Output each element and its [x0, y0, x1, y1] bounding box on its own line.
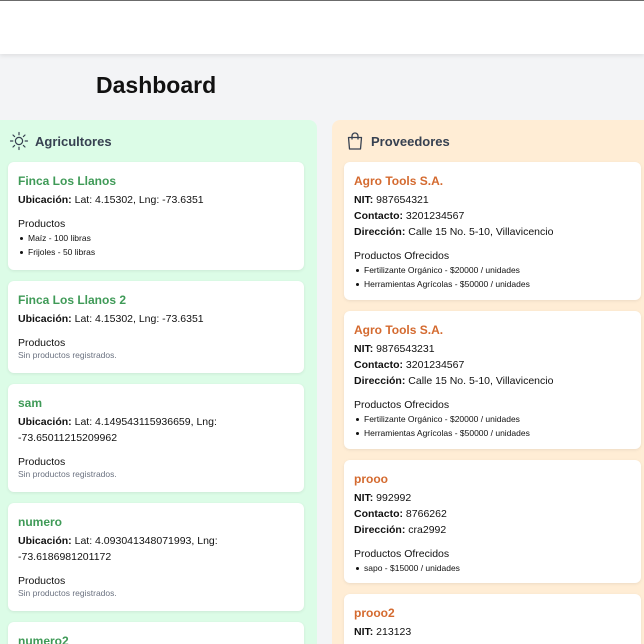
- offered-products-heading: Productos Ofrecidos: [354, 399, 450, 411]
- supplier-card[interactable]: Agro Tools S.A. NIT: 987654321 Contacto:…: [344, 162, 641, 300]
- farmer-name[interactable]: numero: [18, 515, 294, 529]
- farmer-card[interactable]: Finca Los Llanos Ubicación: Lat: 4.15302…: [8, 162, 304, 270]
- page-title: Dashboard: [96, 72, 217, 98]
- offered-product-list: sapo - $15000 / unidades: [354, 561, 631, 575]
- farmer-location: Ubicación: Lat: 4.093041348071993, Lng: …: [18, 533, 294, 565]
- location-label: Ubicación:: [18, 194, 72, 206]
- location-value: Lat: 4.15302, Lng: -73.6351: [74, 194, 204, 206]
- supplier-card[interactable]: Agro Tools S.A. NIT: 9876543231 Contacto…: [344, 311, 641, 449]
- offered-product-item: Fertilizante Orgánico - $20000 / unidade…: [354, 263, 631, 277]
- contact-value: 8766262: [405, 508, 447, 520]
- contact-value: 3201234567: [405, 359, 465, 371]
- supplier-address: Dirección: Calle 15 No. 5-10, Villavicen…: [354, 224, 631, 240]
- supplier-contact: Contacto: 3201234567: [354, 357, 631, 373]
- farmers-header: Agricultores: [0, 120, 317, 162]
- farmer-card[interactable]: numero2: [8, 622, 304, 644]
- nit-value: 992992: [376, 492, 412, 504]
- farmer-location: Ubicación: Lat: 4.149543115936659, Lng: …: [18, 414, 294, 446]
- supplier-nit: NIT: 9876543231: [354, 341, 631, 357]
- offered-product-list: Fertilizante Orgánico - $20000 / unidade…: [354, 412, 631, 440]
- suppliers-header: Proveedores: [332, 120, 644, 162]
- nit-label: NIT:: [354, 626, 374, 638]
- location-label: Ubicación:: [18, 313, 72, 325]
- supplier-card[interactable]: prooo NIT: 992992 Contacto: 8766262 Dire…: [344, 460, 641, 583]
- nit-value: 9876543231: [376, 343, 435, 355]
- supplier-contact: Contacto: 8766262: [354, 506, 631, 522]
- address-label: Dirección:: [354, 226, 406, 238]
- offered-product-item: Herramientas Agrícolas - $50000 / unidad…: [354, 277, 631, 291]
- address-value: Calle 15 No. 5-10, Villavicencio: [408, 375, 554, 387]
- farmer-name[interactable]: sam: [18, 396, 294, 410]
- farmer-location: Ubicación: Lat: 4.15302, Lng: -73.6351: [18, 192, 294, 208]
- products-heading: Productos: [18, 337, 66, 349]
- no-products-text: Sin productos registrados.: [18, 350, 117, 360]
- address-value: Calle 15 No. 5-10, Villavicencio: [408, 226, 554, 238]
- products-heading: Productos: [18, 456, 66, 468]
- farmers-panel: Agricultores Finca Los Llanos Ubicación:…: [0, 120, 317, 644]
- suppliers-list: Agro Tools S.A. NIT: 987654321 Contacto:…: [332, 162, 644, 644]
- address-label: Dirección:: [354, 375, 406, 387]
- farmer-card[interactable]: sam Ubicación: Lat: 4.149543115936659, L…: [8, 384, 304, 492]
- products-heading: Productos: [18, 575, 66, 587]
- offered-products-heading: Productos Ofrecidos: [354, 250, 450, 262]
- location-value: Lat: 4.15302, Lng: -73.6351: [74, 313, 204, 325]
- supplier-name[interactable]: Agro Tools S.A.: [354, 174, 631, 188]
- supplier-address: Dirección: cra2992: [354, 522, 631, 538]
- address-label: Dirección:: [354, 524, 406, 536]
- nit-value: 987654321: [376, 194, 429, 206]
- supplier-name[interactable]: prooo2: [354, 606, 631, 620]
- contact-label: Contacto:: [354, 210, 403, 222]
- suppliers-title: Proveedores: [371, 133, 450, 149]
- nit-label: NIT:: [354, 492, 374, 504]
- sun-icon: [9, 131, 29, 151]
- suppliers-panel: Proveedores Agro Tools S.A. NIT: 9876543…: [332, 120, 644, 644]
- farmer-name[interactable]: numero2: [18, 634, 294, 644]
- supplier-nit: NIT: 213123: [354, 624, 631, 640]
- supplier-nit: NIT: 992992: [354, 490, 631, 506]
- product-item: Frijoles - 50 libras: [18, 245, 294, 259]
- offered-product-item: Fertilizante Orgánico - $20000 / unidade…: [354, 412, 631, 426]
- location-label: Ubicación:: [18, 535, 72, 547]
- no-products-text: Sin productos registrados.: [18, 588, 117, 598]
- nit-label: NIT:: [354, 194, 374, 206]
- farmer-name[interactable]: Finca Los Llanos: [18, 174, 294, 188]
- farmer-card[interactable]: Finca Los Llanos 2 Ubicación: Lat: 4.153…: [8, 281, 304, 373]
- contact-label: Contacto:: [354, 508, 403, 520]
- farmers-title: Agricultores: [35, 133, 112, 149]
- nit-value: 213123: [376, 626, 412, 638]
- address-value: cra2992: [408, 524, 447, 536]
- supplier-card[interactable]: prooo2 NIT: 213123: [344, 594, 641, 644]
- farmer-location: Ubicación: Lat: 4.15302, Lng: -73.6351: [18, 311, 294, 327]
- offered-product-item: Herramientas Agrícolas - $50000 / unidad…: [354, 426, 631, 440]
- contact-value: 3201234567: [405, 210, 465, 222]
- no-products-text: Sin productos registrados.: [18, 469, 117, 479]
- farmer-card[interactable]: numero Ubicación: Lat: 4.093041348071993…: [8, 503, 304, 611]
- top-navbar: [0, 0, 644, 54]
- product-list: Maíz - 100 libras Frijoles - 50 libras: [18, 231, 294, 259]
- supplier-address: Dirección: Calle 15 No. 5-10, Villavicen…: [354, 373, 631, 389]
- contact-label: Contacto:: [354, 359, 403, 371]
- farmer-name[interactable]: Finca Los Llanos 2: [18, 293, 294, 307]
- farmers-list: Finca Los Llanos Ubicación: Lat: 4.15302…: [0, 162, 317, 644]
- product-item: Maíz - 100 libras: [18, 231, 294, 245]
- supplier-name[interactable]: prooo: [354, 472, 631, 486]
- offered-product-item: sapo - $15000 / unidades: [354, 561, 631, 575]
- supplier-name[interactable]: Agro Tools S.A.: [354, 323, 631, 337]
- nit-label: NIT:: [354, 343, 374, 355]
- supplier-nit: NIT: 987654321: [354, 192, 631, 208]
- products-heading: Productos: [18, 218, 66, 230]
- shopping-bag-icon: [345, 131, 365, 151]
- supplier-contact: Contacto: 3201234567: [354, 208, 631, 224]
- offered-product-list: Fertilizante Orgánico - $20000 / unidade…: [354, 263, 631, 291]
- offered-products-heading: Productos Ofrecidos: [354, 548, 450, 560]
- location-label: Ubicación:: [18, 416, 72, 428]
